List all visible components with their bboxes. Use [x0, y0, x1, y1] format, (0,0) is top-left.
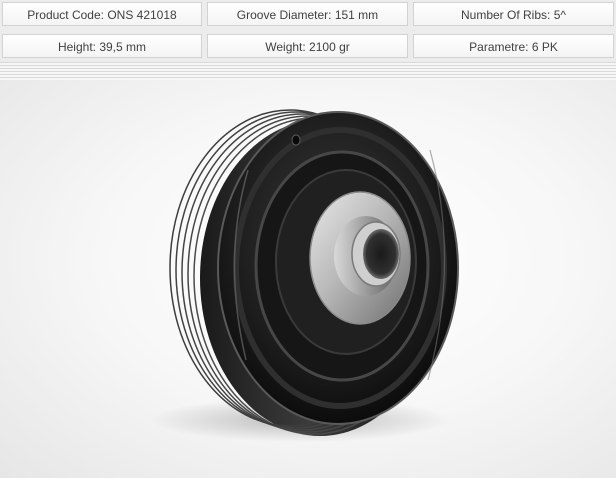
- spec-height: Height: 39,5 mm: [2, 34, 202, 58]
- spec-product-code: Product Code: ONS 421018: [2, 2, 202, 26]
- crankshaft-pulley-image: [150, 109, 459, 442]
- spec-parametre: Parametre: 6 PK: [413, 34, 614, 58]
- spec-panel: Product Code: ONS 421018 Groove Diameter…: [0, 0, 616, 62]
- spec-number-of-ribs: Number Of Ribs: 5^: [413, 2, 614, 26]
- spec-groove-diameter: Groove Diameter: 151 mm: [207, 2, 408, 26]
- spec-weight: Weight: 2100 gr: [207, 34, 408, 58]
- stripe-divider: [0, 62, 616, 80]
